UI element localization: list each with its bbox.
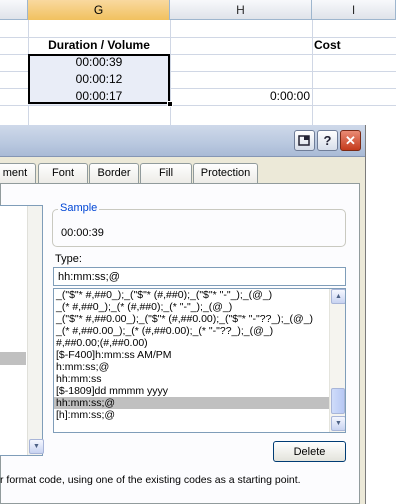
grid-line [0, 105, 396, 106]
format-code-item[interactable]: _("$"* #,##0.00_);_("$"* (#,##0.00);_("$… [54, 313, 330, 325]
selection-border [28, 54, 170, 104]
scroll-thumb[interactable] [331, 388, 345, 414]
cell-h-value[interactable]: 0:00:00 [170, 88, 310, 105]
tab-fill[interactable]: Fill [140, 163, 192, 184]
restore-icon [298, 135, 310, 146]
restore-button[interactable] [294, 130, 315, 151]
chevron-down-icon: ▼ [33, 443, 40, 450]
dialog-titlebar[interactable]: ? ✕ [0, 125, 365, 157]
column-header-i[interactable]: I [312, 0, 396, 20]
column-header-g[interactable]: G [28, 0, 170, 20]
column-headers: G H I [0, 0, 396, 20]
column-header-h[interactable]: H [170, 0, 312, 20]
format-code-item[interactable]: _(* #,##0_);_(* (#,##0);_(* "-"_);_(@_) [54, 301, 330, 313]
hint-text: r format code, using one of the existing… [0, 474, 301, 486]
format-code-scrollbar[interactable]: ▲ ▼ [329, 289, 345, 432]
type-input[interactable] [53, 267, 346, 286]
sample-legend: Sample [58, 202, 100, 214]
format-code-item[interactable]: hh:mm:ss;@ [54, 397, 330, 409]
tab-strip: ment Font Border Fill Protection [0, 161, 365, 184]
fill-handle[interactable] [167, 101, 173, 107]
tab-protection[interactable]: Protection [193, 163, 258, 184]
format-code-item[interactable]: #,##0.00;(#,##0.00) [54, 337, 330, 349]
scroll-up-button[interactable]: ▲ [331, 289, 345, 304]
scroll-down-button[interactable]: ▼ [29, 439, 44, 454]
format-code-items: _("$"* #,##0_);_("$"* (#,##0);_("$"* "-"… [54, 289, 345, 421]
grid-line [312, 20, 313, 125]
tab-font[interactable]: Font [38, 163, 88, 184]
close-button[interactable]: ✕ [340, 130, 361, 151]
help-button[interactable]: ? [317, 130, 338, 151]
format-code-item[interactable]: _("$"* #,##0_);_("$"* (#,##0);_("$"* "-"… [54, 289, 330, 301]
spreadsheet: G H I Duration / Volume Cost 00:00:39 00… [0, 0, 396, 125]
cell-i-header[interactable]: Cost [314, 37, 354, 54]
category-selected[interactable] [0, 352, 26, 365]
category-scrollbar[interactable]: ▼ [27, 206, 44, 455]
tab-alignment[interactable]: ment [0, 163, 36, 184]
format-code-item[interactable]: [$-F400]h:mm:ss AM/PM [54, 349, 330, 361]
chevron-down-icon: ▼ [335, 420, 342, 427]
type-label: Type: [55, 253, 82, 265]
chevron-up-icon: ▲ [335, 293, 342, 300]
format-code-item[interactable]: h:mm:ss;@ [54, 361, 330, 373]
delete-button[interactable]: Delete [273, 441, 346, 462]
sample-value: 00:00:39 [61, 227, 104, 239]
scroll-down-button[interactable]: ▼ [331, 416, 345, 431]
column-header-f[interactable] [0, 0, 28, 20]
format-code-item[interactable]: _(* #,##0.00_);_(* (#,##0.00);_(* "-"??_… [54, 325, 330, 337]
format-code-item[interactable]: [h]:mm:ss;@ [54, 409, 330, 421]
cell-g-header[interactable]: Duration / Volume [28, 37, 170, 54]
format-cells-dialog: ? ✕ ment Font Border Fill Protection ▼ S… [0, 125, 366, 504]
tab-border[interactable]: Border [89, 163, 139, 184]
grid-line [170, 20, 171, 125]
category-list[interactable]: ▼ [0, 205, 44, 456]
format-code-item[interactable]: [$-1809]dd mmmm yyyy [54, 385, 330, 397]
format-code-list[interactable]: _("$"* #,##0_);_("$"* (#,##0);_("$"* "-"… [53, 288, 346, 433]
format-code-item[interactable]: hh:mm:ss [54, 373, 330, 385]
sample-group: Sample 00:00:39 [52, 202, 346, 247]
